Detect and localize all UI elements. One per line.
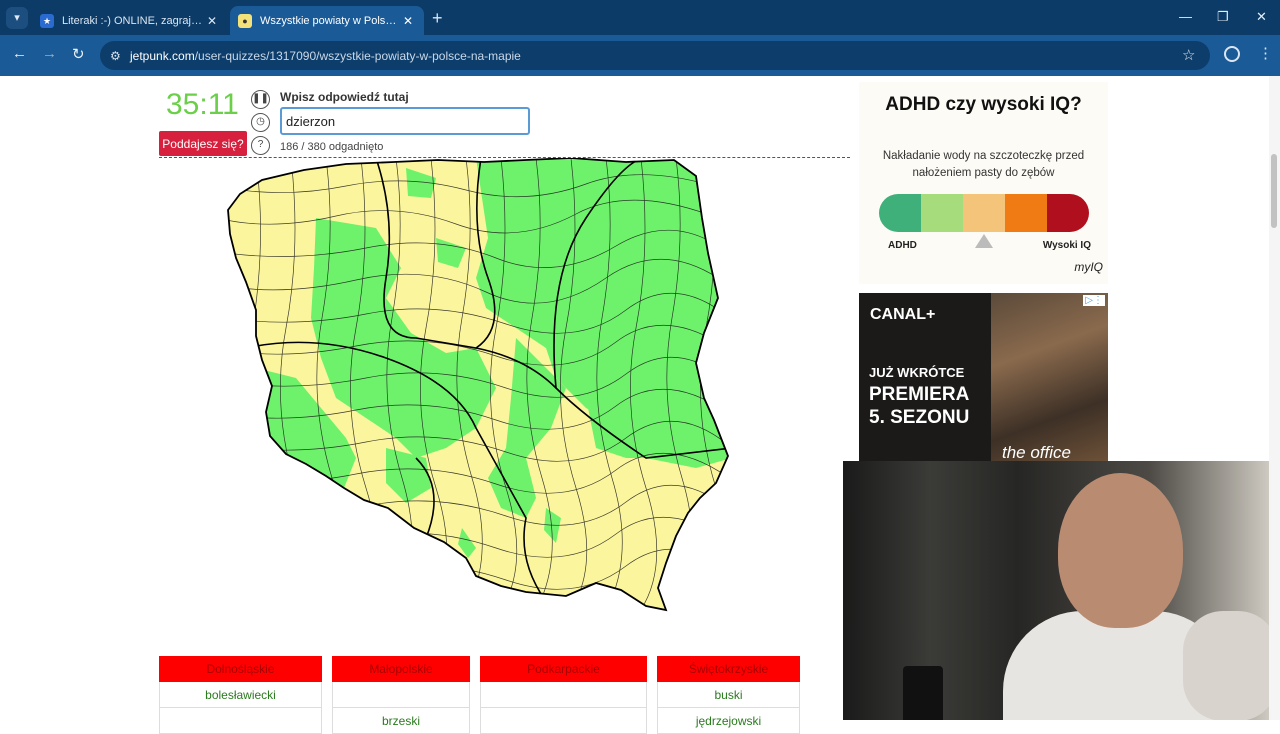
browser-toolbar: ← → ↻ jetpunk.com/user-quizzes/1317090/w…	[0, 35, 1280, 76]
result-cell	[159, 708, 322, 734]
reload-icon[interactable]: ↻	[72, 45, 85, 63]
back-arrow-icon[interactable]: ←	[12, 45, 27, 62]
quiz-timer: 35:11	[166, 88, 239, 121]
results-column: Dolnośląskie bolesławiecki	[159, 656, 322, 734]
ad-show-logo: the office	[1002, 443, 1071, 462]
tab-bar: ▾ ★ Literaki :-) ONLINE, zagraj - Kur ✕ …	[0, 0, 1280, 35]
pause-icon[interactable]: ❚❚	[251, 90, 270, 109]
window-close-icon[interactable]: ✕	[1256, 9, 1267, 25]
close-icon[interactable]: ✕	[204, 14, 220, 28]
bookmark-star-icon[interactable]: ☆	[1182, 46, 1195, 64]
tab-title: Wszystkie powiaty w Polsce na	[260, 14, 400, 27]
url-host: jetpunk.com	[130, 48, 195, 63]
webcam-overlay	[843, 461, 1280, 720]
answer-prompt-label: Wpisz odpowiedź tutaj	[280, 90, 409, 104]
literaki-favicon-icon: ★	[40, 13, 54, 28]
result-cell	[332, 682, 470, 708]
ad-title: ADHD czy wysoki IQ?	[885, 94, 1082, 115]
tab-literaki[interactable]: ★ Literaki :-) ONLINE, zagraj - Kur ✕	[32, 6, 228, 35]
region-header: Małopolskie	[332, 656, 470, 682]
answer-input[interactable]	[280, 107, 530, 135]
close-icon[interactable]: ✕	[400, 14, 416, 28]
region-header: Dolnośląskie	[159, 656, 322, 682]
ad-line-3: 5. SEZONU	[869, 407, 970, 428]
results-column: Świętokrzyskie buski jędrzejowski	[657, 656, 800, 734]
address-bar[interactable]: jetpunk.com/user-quizzes/1317090/wszystk…	[100, 41, 1210, 70]
tab-jetpunk[interactable]: ● Wszystkie powiaty w Polsce na ✕	[230, 6, 424, 35]
scrollbar-thumb[interactable]	[1271, 154, 1277, 228]
ad-line-1: JUŻ WKRÓTCE	[869, 365, 965, 380]
result-cell	[480, 682, 647, 708]
menu-kebab-icon[interactable]: ⋮	[1258, 44, 1273, 62]
adhd-iq-ad[interactable]: ADHD czy wysoki IQ? Nakładanie wody na s…	[859, 82, 1108, 284]
minimize-icon[interactable]: —	[1179, 9, 1192, 24]
ad-choices-icon[interactable]: ▷⋮	[1083, 295, 1105, 306]
region-header: Podkarpackie	[480, 656, 647, 682]
clock-icon[interactable]: ◷	[251, 113, 270, 132]
ad-brand-logo: myIQ	[1074, 260, 1103, 274]
result-cell: buski	[657, 682, 800, 708]
help-icon[interactable]: ?	[251, 136, 270, 155]
profile-icon[interactable]	[1224, 46, 1240, 62]
site-settings-icon[interactable]: ⚙	[110, 49, 121, 63]
bottle	[903, 666, 943, 720]
iq-scale-bar	[879, 194, 1089, 232]
result-cell: brzeski	[332, 708, 470, 734]
canal-plus-ad[interactable]: CANAL+ JUŻ WKRÓTCE PREMIERA 5. SEZONU th…	[859, 293, 1108, 463]
result-cell	[480, 708, 647, 734]
tab-title: Literaki :-) ONLINE, zagraj - Kur	[62, 14, 204, 27]
ad-photo	[991, 293, 1108, 463]
maximize-icon[interactable]: ❐	[1217, 9, 1229, 25]
scale-right-label: Wysoki IQ	[1042, 240, 1091, 251]
person-head	[1058, 473, 1183, 628]
ad-line-2: PREMIERA	[869, 384, 970, 405]
scale-pointer-icon	[975, 234, 993, 248]
poland-powiat-map[interactable]	[226, 158, 732, 614]
results-column: Małopolskie brzeski	[332, 656, 470, 734]
scale-left-label: ADHD	[888, 240, 917, 251]
forward-arrow-icon[interactable]: →	[42, 45, 57, 62]
microphone	[1183, 611, 1278, 720]
new-tab-plus-icon[interactable]: +	[432, 8, 443, 29]
give-up-button[interactable]: Poddajesz się?	[159, 131, 247, 156]
tab-search-button[interactable]: ▾	[6, 7, 28, 29]
ad-subtitle: Nakładanie wody na szczoteczkę przed nał…	[882, 150, 1085, 179]
progress-counter: 186 / 380 odgadnięto	[280, 141, 384, 153]
region-header: Świętokrzyskie	[657, 656, 800, 682]
url-path: /user-quizzes/1317090/wszystkie-powiaty-…	[194, 48, 521, 63]
jetpunk-favicon-icon: ●	[238, 13, 252, 28]
result-cell: bolesławiecki	[159, 682, 322, 708]
ad-brand: CANAL+	[870, 306, 936, 323]
results-column: Podkarpackie	[480, 656, 647, 734]
result-cell: jędrzejowski	[657, 708, 800, 734]
